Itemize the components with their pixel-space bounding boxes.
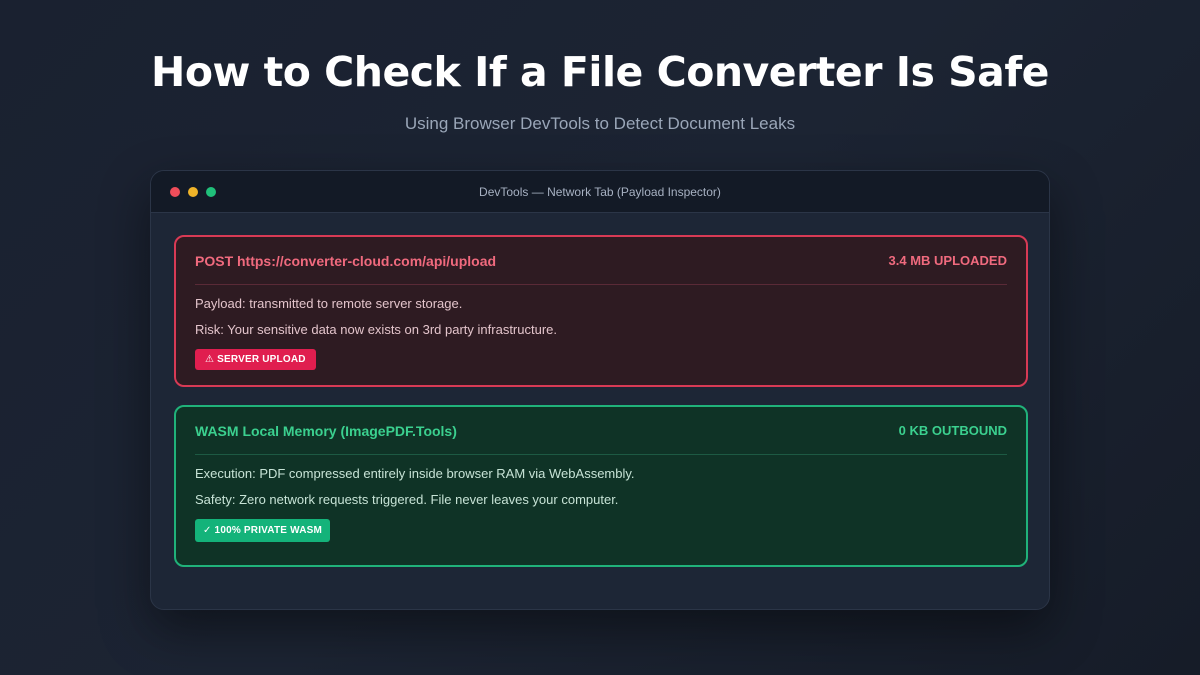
- private-wasm-badge: ✓ 100% PRIVATE WASM: [195, 519, 331, 542]
- wasm-local-memory-card[interactable]: WASM Local Memory (ImagePDF.Tools) 0 KB …: [174, 405, 1028, 567]
- page-title: How to Check If a File Converter Is Safe: [151, 48, 1049, 96]
- card-header: WASM Local Memory (ImagePDF.Tools) 0 KB …: [195, 407, 1007, 455]
- window-title: DevTools — Network Tab (Payload Inspecto…: [479, 185, 721, 199]
- request-url: POST https://converter-cloud.com/api/upl…: [195, 252, 497, 269]
- risk-text: Risk: Your sensitive data now exists on …: [195, 322, 558, 337]
- page-subtitle: Using Browser DevTools to Detect Documen…: [404, 114, 796, 133]
- window-titlebar: DevTools — Network Tab (Payload Inspecto…: [151, 171, 1049, 213]
- card-header: POST https://converter-cloud.com/api/upl…: [195, 237, 1007, 285]
- payload-text: Payload: transmitted to remote server st…: [195, 296, 463, 311]
- server-upload-badge: ⚠ SERVER UPLOAD: [195, 349, 316, 370]
- server-upload-request-card[interactable]: POST https://converter-cloud.com/api/upl…: [174, 235, 1028, 387]
- safety-text: Safety: Zero network requests triggered.…: [195, 492, 619, 507]
- wasm-title: WASM Local Memory (ImagePDF.Tools): [195, 422, 457, 439]
- upload-size: 3.4 MB UPLOADED: [888, 253, 1007, 268]
- outbound-size: 0 KB OUTBOUND: [898, 423, 1007, 438]
- execution-text: Execution: PDF compressed entirely insid…: [195, 466, 635, 481]
- devtools-window: DevTools — Network Tab (Payload Inspecto…: [150, 170, 1050, 610]
